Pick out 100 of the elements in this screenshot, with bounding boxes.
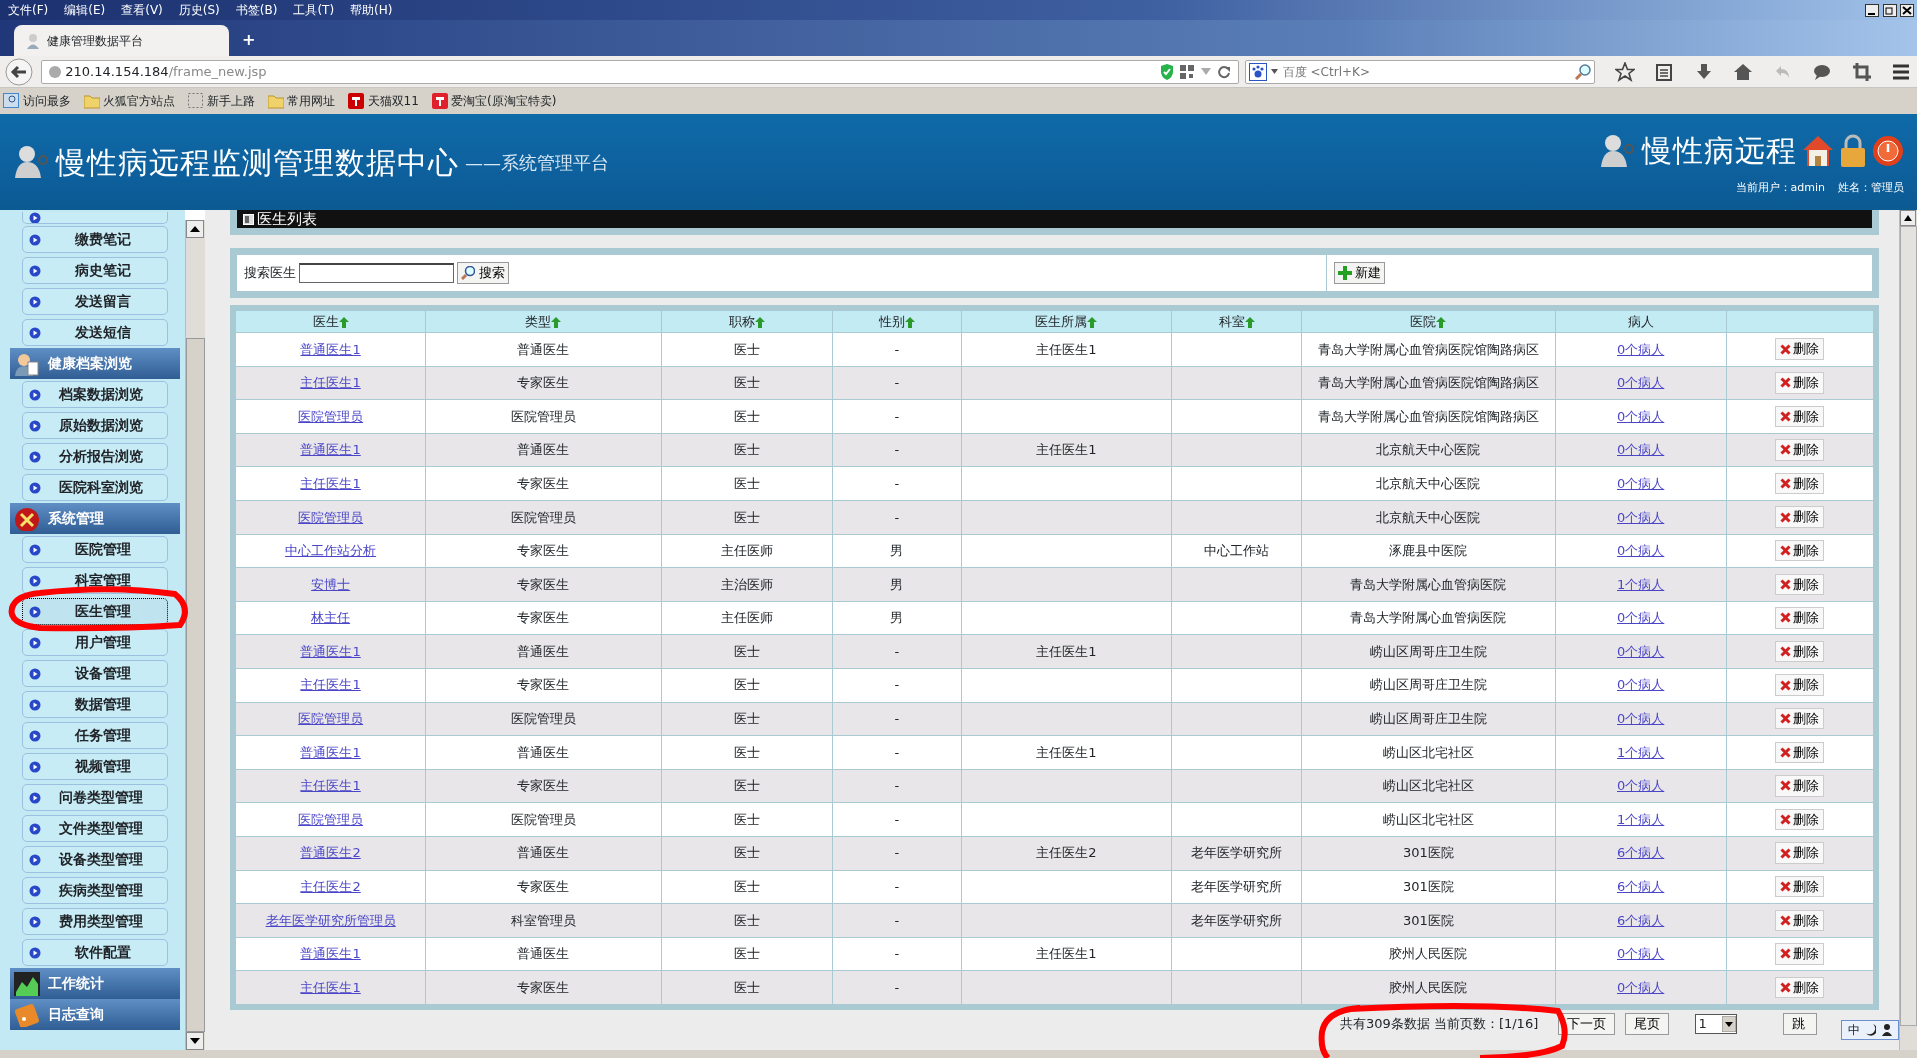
person-icon[interactable] [1882, 1024, 1892, 1036]
doctor-link[interactable]: 主任医生1 [300, 475, 361, 491]
sidebar-item[interactable]: 设备类型管理 [22, 846, 168, 873]
patients-link[interactable]: 1个病人 [1617, 744, 1665, 760]
column-header[interactable]: 医院 [1301, 310, 1556, 333]
delete-button[interactable]: 删除 [1775, 674, 1825, 696]
patients-link[interactable]: 0个病人 [1617, 475, 1665, 491]
power-button-icon[interactable] [1872, 134, 1904, 167]
doctor-link[interactable]: 普通医生1 [300, 946, 361, 962]
sidebar-item[interactable]: 数据管理 [22, 691, 168, 718]
patients-link[interactable]: 0个病人 [1617, 778, 1665, 794]
sort-arrow-icon[interactable] [338, 316, 349, 328]
delete-button[interactable]: 删除 [1775, 842, 1825, 864]
patients-link[interactable]: 6个病人 [1617, 879, 1665, 895]
doctor-link[interactable]: 普通医生1 [300, 442, 361, 458]
menu-item[interactable]: 文件(F) [0, 0, 57, 20]
doctor-link[interactable]: 普通医生1 [300, 744, 361, 760]
close-icon[interactable] [1899, 3, 1914, 17]
delete-button[interactable]: 删除 [1775, 573, 1825, 596]
browser-tab[interactable]: 健康管理数据平台 [14, 25, 229, 56]
delete-button[interactable]: 删除 [1775, 943, 1825, 965]
sidebar-item[interactable]: 用户管理 [22, 629, 168, 656]
sidebar-item[interactable]: 费用类型管理 [22, 908, 168, 935]
padlock-icon[interactable] [1839, 133, 1866, 168]
crop-icon[interactable] [1851, 61, 1872, 82]
search-input[interactable] [298, 263, 454, 283]
delete-button[interactable]: 删除 [1775, 506, 1825, 528]
restore-icon[interactable] [1882, 3, 1897, 17]
doctor-link[interactable]: 医院管理员 [298, 811, 364, 827]
scroll-down-icon[interactable] [186, 1032, 204, 1050]
sidebar-item[interactable]: 病史笔记 [22, 257, 168, 284]
paw-icon[interactable] [1249, 62, 1268, 81]
sidebar-item[interactable]: 问卷类型管理 [22, 784, 168, 811]
sort-arrow-icon[interactable] [1436, 316, 1447, 328]
bookmark-link[interactable]: 天猫双11 [348, 92, 419, 110]
patients-link[interactable]: 0个病人 [1617, 677, 1665, 693]
patients-link[interactable]: 0个病人 [1617, 610, 1665, 626]
sidebar-item[interactable]: 软件配置 [22, 939, 168, 966]
column-header[interactable]: 病人 [1555, 310, 1727, 333]
back-icon[interactable] [4, 56, 34, 87]
scroll-up-icon[interactable] [186, 220, 204, 238]
patients-link[interactable]: 0个病人 [1617, 946, 1665, 962]
search-field[interactable]: 百度 <Ctrl+K> [1245, 59, 1595, 84]
sidebar-item[interactable]: 医院科室浏览 [22, 474, 168, 501]
doctor-link[interactable]: 安博士 [311, 576, 351, 592]
bookmark-link[interactable]: 火狐官方站点 [83, 92, 175, 110]
menu-item[interactable]: 工具(T) [285, 0, 343, 20]
home-icon[interactable] [1733, 61, 1753, 82]
sidebar-item[interactable]: 缴费笔记 [22, 226, 168, 253]
delete-button[interactable]: 删除 [1775, 976, 1825, 999]
moon-icon[interactable] [1866, 1024, 1876, 1036]
qr-code-icon[interactable] [1180, 64, 1194, 79]
delete-button[interactable]: 删除 [1775, 875, 1825, 898]
doctor-link[interactable]: 普通医生2 [300, 845, 361, 861]
delete-button[interactable]: 删除 [1775, 707, 1825, 730]
sidebar-item[interactable]: 原始数据浏览 [22, 412, 168, 439]
menu-item[interactable]: 历史(S) [170, 0, 228, 20]
doctor-link[interactable]: 林主任 [311, 610, 351, 626]
menu-item[interactable]: 查看(V) [113, 0, 171, 20]
column-header[interactable]: 性别 [832, 310, 962, 333]
doctor-link[interactable]: 主任医生2 [300, 879, 361, 895]
scrollbar[interactable] [185, 220, 205, 1050]
delete-button[interactable]: 删除 [1775, 338, 1825, 360]
doctor-link[interactable]: 普通医生1 [300, 643, 361, 659]
sidebar-item[interactable]: 档案数据浏览 [22, 381, 168, 408]
patients-link[interactable]: 1个病人 [1617, 576, 1665, 592]
sidebar-item[interactable]: 设备管理 [22, 660, 168, 687]
delete-button[interactable]: 删除 [1775, 741, 1825, 764]
page-select[interactable]: 1 [1694, 1014, 1737, 1035]
column-header[interactable]: 类型 [425, 310, 661, 333]
doctor-link[interactable]: 医院管理员 [298, 509, 364, 525]
patients-link[interactable]: 0个病人 [1617, 979, 1665, 995]
sidebar-item[interactable]: 医生管理 [22, 598, 168, 625]
delete-button[interactable]: 删除 [1775, 808, 1825, 831]
delete-button[interactable]: 删除 [1775, 372, 1825, 394]
scroll-up-icon[interactable] [1900, 210, 1916, 226]
star-icon[interactable] [1614, 61, 1635, 82]
column-header[interactable]: 职称 [661, 310, 833, 333]
ime-toolbar[interactable]: 中 [1841, 1020, 1899, 1040]
doctor-link[interactable]: 主任医生1 [300, 979, 361, 995]
last-page-button[interactable]: 尾页 [1624, 1013, 1669, 1036]
new-tab-button[interactable]: + [242, 28, 256, 53]
delete-button[interactable]: 删除 [1775, 405, 1825, 428]
doctor-link[interactable]: 普通医生1 [300, 341, 361, 357]
patients-link[interactable]: 0个病人 [1617, 442, 1665, 458]
patients-link[interactable]: 6个病人 [1617, 845, 1665, 861]
sidebar-item[interactable]: 医院管理 [22, 536, 168, 563]
column-header[interactable]: 科室 [1171, 310, 1302, 333]
bookmark-link[interactable]: 新手上路 [187, 92, 255, 110]
doctor-link[interactable]: 主任医生1 [300, 677, 361, 693]
scrollbar[interactable] [1899, 210, 1917, 1050]
menu-item[interactable]: 编辑(E) [56, 0, 114, 20]
patients-link[interactable]: 6个病人 [1617, 912, 1665, 928]
sort-arrow-icon[interactable] [754, 316, 765, 328]
bookmark-link[interactable]: 访问最多 [3, 92, 71, 110]
sort-arrow-icon[interactable] [551, 316, 562, 328]
clipboard-icon[interactable] [1654, 61, 1674, 82]
reload-icon[interactable] [1217, 64, 1231, 79]
sidebar-item[interactable]: 文件类型管理 [22, 815, 168, 842]
sidebar-item[interactable]: 疾病类型管理 [22, 877, 168, 904]
